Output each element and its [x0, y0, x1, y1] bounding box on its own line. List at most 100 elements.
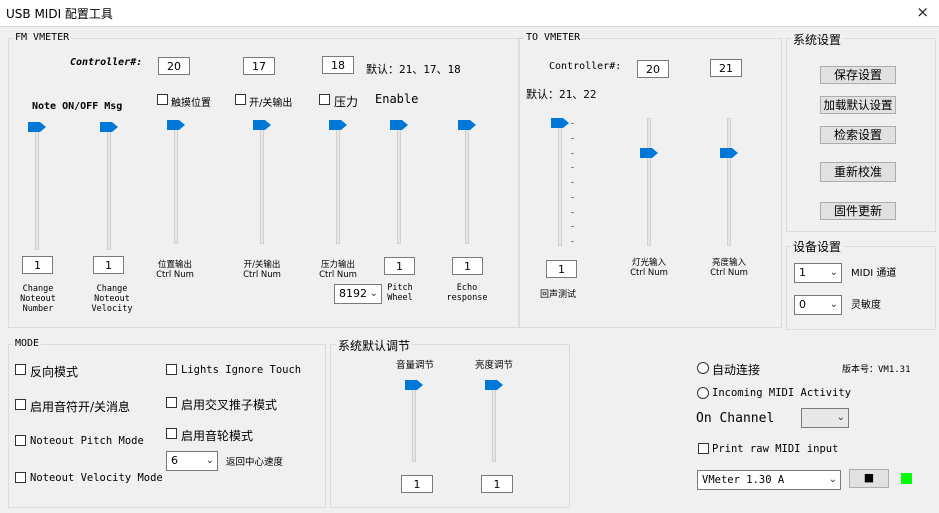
slider-thumb-icon[interactable] — [458, 120, 476, 130]
pitch-select[interactable]: 8192 ⌄ — [334, 284, 382, 304]
incoming-midi-label: Incoming MIDI Activity — [712, 387, 852, 399]
slider-track[interactable] — [647, 118, 651, 246]
save-settings-button[interactable]: 保存设置 — [820, 66, 896, 84]
slider-thumb-icon[interactable] — [405, 380, 423, 390]
reverse-mode-checkbox[interactable] — [15, 364, 26, 375]
return-speed-label: 返回中心速度 — [226, 457, 284, 468]
slider-thumb-icon[interactable] — [253, 120, 271, 130]
chevron-down-icon: ⌄ — [836, 412, 845, 423]
load-default-button[interactable]: 加载默认设置 — [820, 96, 896, 114]
chevron-down-icon: ⌄ — [828, 474, 837, 485]
brightness-field[interactable]: 1 — [481, 475, 513, 493]
slider-thumb-icon[interactable] — [28, 122, 46, 132]
on-channel-select[interactable]: ⌄ — [801, 408, 849, 428]
slider-tick — [571, 226, 574, 228]
to-controller-2[interactable]: 21 — [710, 59, 742, 77]
pressure-checkbox[interactable] — [319, 94, 330, 105]
auto-connect-radio[interactable] — [697, 362, 709, 374]
slider-thumb-icon[interactable] — [485, 380, 503, 390]
mode-label: MODE — [13, 338, 42, 349]
pitch-wheel-field[interactable]: 1 — [384, 257, 415, 275]
noteout-velocity-label: Noteout Velocity Mode — [30, 472, 163, 484]
return-speed-select[interactable]: 6 ⌄ — [166, 451, 218, 471]
midi-channel-value: 1 — [799, 266, 806, 279]
noteout-velocity-checkbox[interactable] — [15, 472, 26, 483]
slider-track[interactable] — [260, 120, 264, 244]
device-select[interactable]: VMeter 1.30 A ⌄ — [697, 470, 841, 490]
volume-field[interactable]: 1 — [401, 475, 433, 493]
stop-button[interactable]: ■ — [849, 469, 889, 488]
slider-track[interactable] — [465, 120, 469, 244]
fm-controller-label: Controller#: — [70, 57, 143, 68]
crossfader-checkbox[interactable] — [166, 397, 177, 408]
print-raw-checkbox[interactable] — [698, 443, 709, 454]
pitch-select-value: 8192 — [339, 287, 367, 300]
fm-controller-2[interactable]: 17 — [243, 57, 275, 75]
recalibrate-button[interactable]: 重新校准 — [820, 162, 896, 182]
slider-tick — [571, 241, 574, 242]
slider-track[interactable] — [397, 120, 401, 244]
slider-track[interactable] — [174, 120, 178, 244]
brightness-input-label: 亮度输入 Ctrl Num — [710, 258, 748, 278]
activity-led — [901, 473, 912, 484]
note-velocity-field[interactable]: 1 — [93, 256, 124, 274]
fm-controller-1[interactable]: 20 — [158, 57, 190, 75]
slider-track[interactable] — [492, 380, 496, 462]
slider-thumb-icon[interactable] — [720, 147, 738, 158]
pitch-wheel-label: Pitch Wheel — [387, 283, 413, 303]
sensitivity-select[interactable]: 0 ⌄ — [794, 295, 842, 315]
slider-track[interactable] — [412, 380, 416, 462]
device-settings-group — [786, 246, 936, 330]
touch-position-label: 触摸位置 — [171, 98, 211, 109]
print-raw-label: Print raw MIDI input — [712, 443, 839, 455]
note-number-field[interactable]: 1 — [22, 256, 53, 274]
pressure-label: 压力 — [334, 95, 359, 109]
slider-thumb-icon[interactable] — [329, 120, 347, 130]
change-noteout-velocity-label: Change Noteout Velocity — [91, 284, 133, 314]
slider-tick — [571, 196, 574, 198]
note-switch-checkbox[interactable] — [15, 399, 26, 410]
switch-output-checkbox[interactable] — [235, 94, 246, 105]
slider-track[interactable] — [107, 122, 111, 250]
lights-ignore-checkbox[interactable] — [166, 364, 177, 375]
pressure-out-label: 压力输出 Ctrl Num — [319, 260, 357, 280]
chevron-down-icon: ⌄ — [829, 267, 838, 278]
slider-tick — [571, 167, 574, 169]
slider-thumb-icon[interactable] — [640, 147, 658, 158]
slider-thumb-icon[interactable] — [100, 122, 118, 132]
device-select-value: VMeter 1.30 A — [702, 474, 785, 486]
midi-channel-label: MIDI 通道 — [851, 268, 897, 279]
lights-ignore-label: Lights Ignore Touch — [181, 364, 302, 376]
window-title: USB MIDI 配置工具 — [6, 7, 113, 21]
slider-track[interactable] — [336, 120, 340, 244]
search-settings-button[interactable]: 检索设置 — [820, 126, 896, 144]
crossfader-label: 启用交叉推子模式 — [181, 398, 278, 412]
wheel-mode-checkbox[interactable] — [166, 428, 177, 439]
fm-controller-3[interactable]: 18 — [322, 56, 354, 74]
to-controller-label: Controller#: — [549, 61, 622, 72]
switch-out-label: 开/关输出 Ctrl Num — [243, 260, 281, 280]
reverse-mode-label: 反向模式 — [30, 365, 79, 379]
slider-track[interactable] — [558, 118, 562, 246]
close-icon[interactable]: × — [916, 3, 929, 21]
echo-test-field[interactable]: 1 — [546, 260, 577, 278]
slider-track[interactable] — [35, 122, 39, 250]
noteout-pitch-checkbox[interactable] — [15, 435, 26, 446]
firmware-update-button[interactable]: 固件更新 — [820, 202, 896, 220]
slider-track[interactable] — [727, 118, 731, 246]
slider-thumb-icon[interactable] — [167, 120, 185, 130]
slider-thumb-icon[interactable] — [551, 118, 569, 128]
to-default-text: 默认：21、22 — [526, 88, 597, 101]
on-channel-label: On Channel — [696, 411, 775, 426]
slider-thumb-icon[interactable] — [390, 120, 408, 130]
noteout-pitch-label: Noteout Pitch Mode — [30, 435, 144, 447]
to-controller-1[interactable]: 20 — [637, 60, 669, 78]
incoming-midi-radio[interactable] — [697, 387, 709, 399]
system-settings-label: 系统设置 — [791, 31, 844, 48]
echo-response-field[interactable]: 1 — [452, 257, 483, 275]
touch-position-checkbox[interactable] — [157, 94, 168, 105]
chevron-down-icon: ⌄ — [205, 455, 214, 466]
midi-channel-select[interactable]: 1 ⌄ — [794, 263, 842, 283]
version-label: 版本号：VM1.31 — [842, 365, 911, 375]
position-out-label: 位置输出 Ctrl Num — [156, 260, 194, 280]
